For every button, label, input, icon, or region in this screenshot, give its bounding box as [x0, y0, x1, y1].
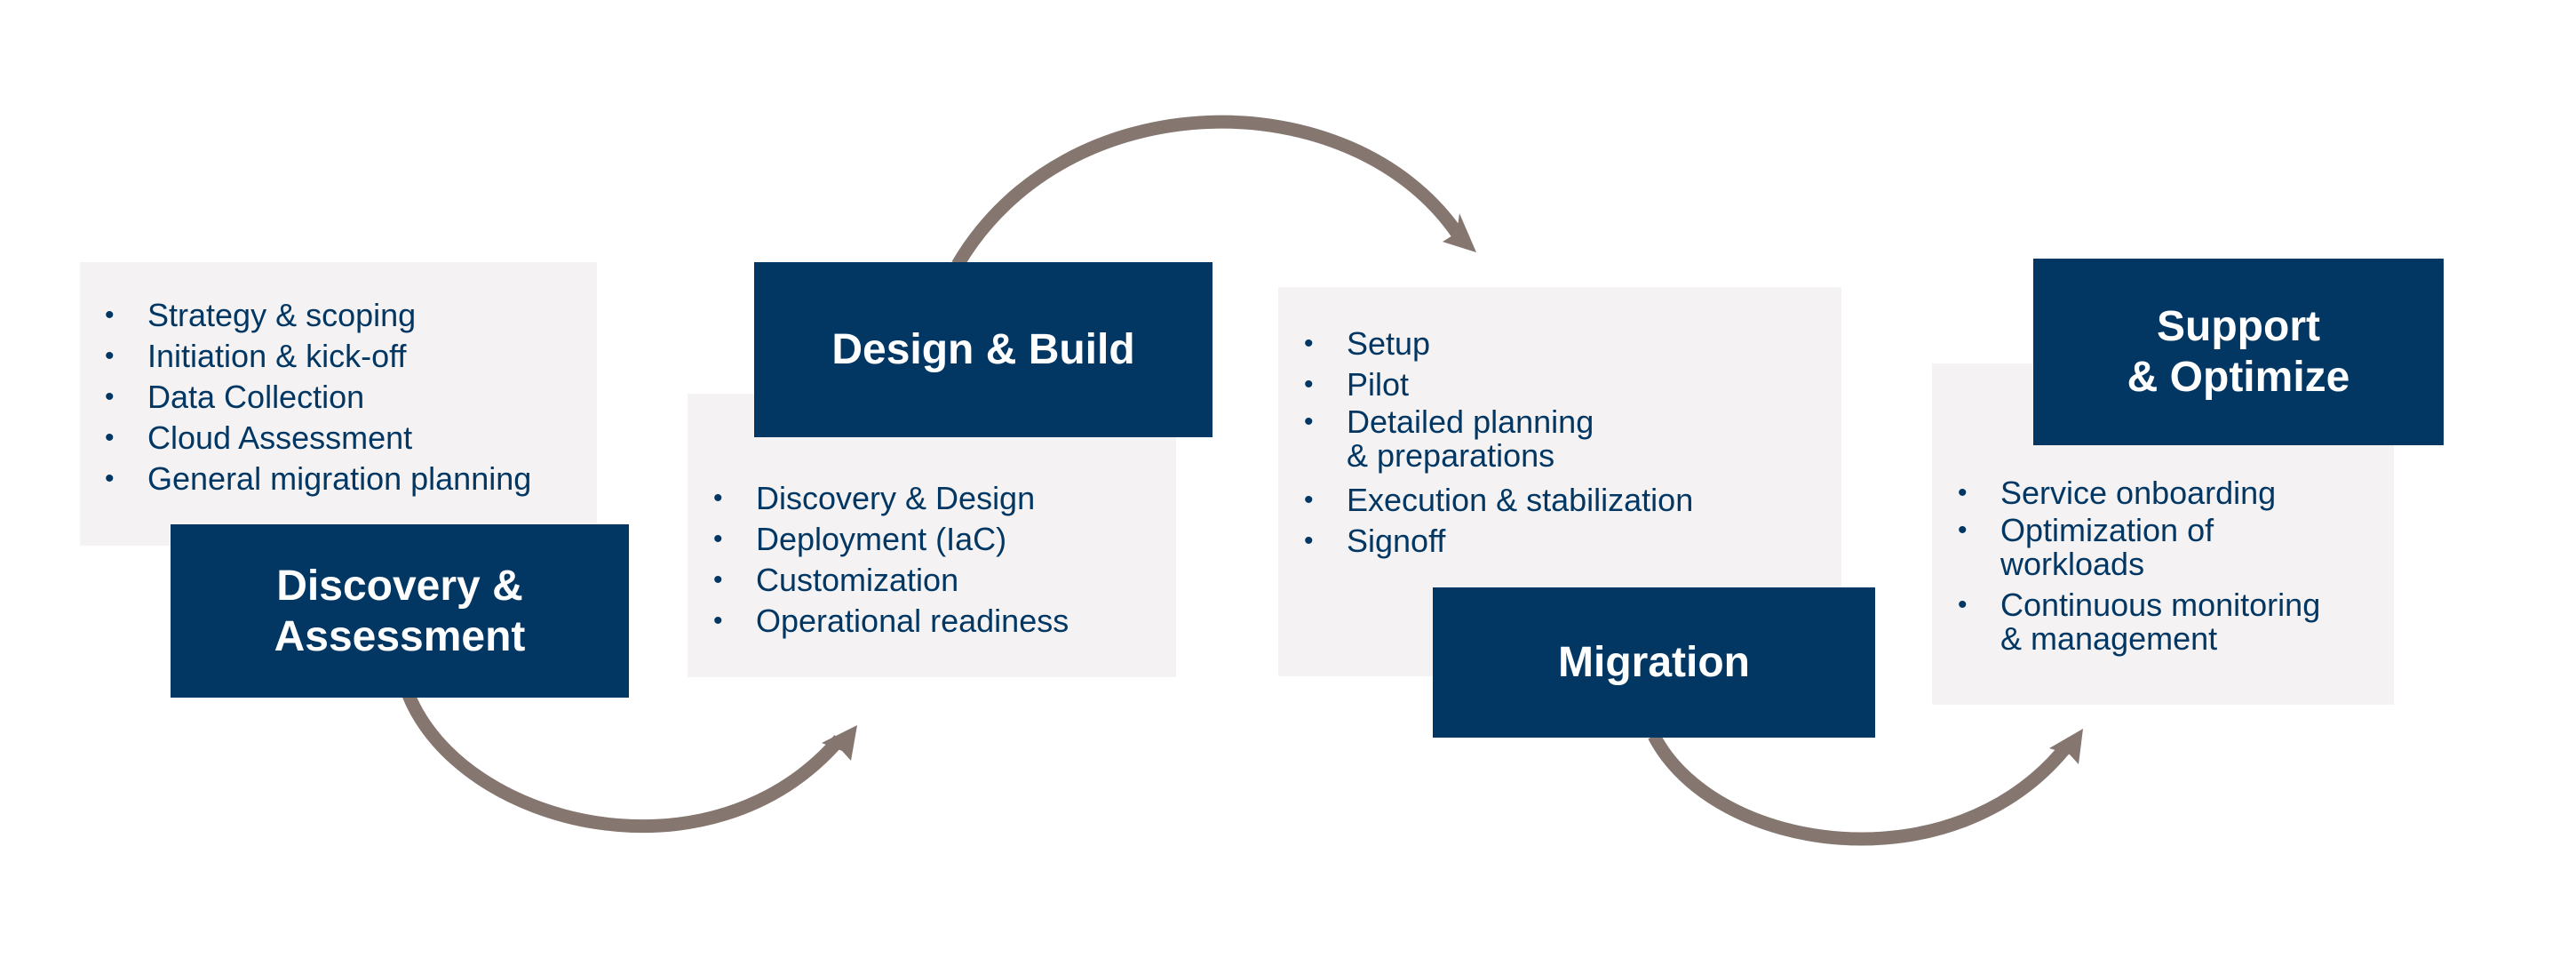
list-item: Execution & stabilization	[1304, 480, 1693, 520]
list-item: Data Collection	[105, 377, 531, 417]
phase-1-title: Discovery & Assessment	[171, 524, 629, 698]
list-item: Operational readiness	[713, 601, 1069, 641]
list-item: Setup	[1304, 323, 1693, 363]
list-item: Service onboarding	[1958, 473, 2320, 513]
list-item: Pilot	[1304, 364, 1693, 404]
list-item: Cloud Assessment	[105, 418, 531, 458]
list-item: Signoff	[1304, 521, 1693, 561]
list-item: Optimization of workloads	[1958, 514, 2320, 581]
phase-2-title: Design & Build	[754, 262, 1212, 437]
list-item: Detailed planning & preparations	[1304, 405, 1693, 473]
list-item: Discovery & Design	[713, 478, 1069, 518]
list-item: Initiation & kick-off	[105, 336, 531, 376]
list-item: Deployment (IaC)	[713, 519, 1069, 559]
list-item: Strategy & scoping	[105, 295, 531, 335]
arrow-3	[1648, 732, 2073, 846]
list-item: General migration planning	[105, 459, 531, 499]
phase-2-items: Discovery & Design Deployment (IaC) Cust…	[713, 478, 1069, 642]
list-item: Continuous monitoring & management	[1958, 588, 2320, 656]
arrow-1	[402, 692, 845, 834]
phase-3-title: Migration	[1433, 587, 1875, 738]
phase-1-items: Strategy & scoping Initiation & kick-off…	[105, 295, 531, 499]
phase-3-items: Setup Pilot Detailed planning & preparat…	[1304, 323, 1693, 562]
phase-4-items: Service onboarding Optimization of workl…	[1958, 473, 2320, 657]
phase-4-title: Support & Optimize	[2033, 259, 2444, 445]
arrow-2	[951, 115, 1463, 268]
list-item: Customization	[713, 560, 1069, 600]
